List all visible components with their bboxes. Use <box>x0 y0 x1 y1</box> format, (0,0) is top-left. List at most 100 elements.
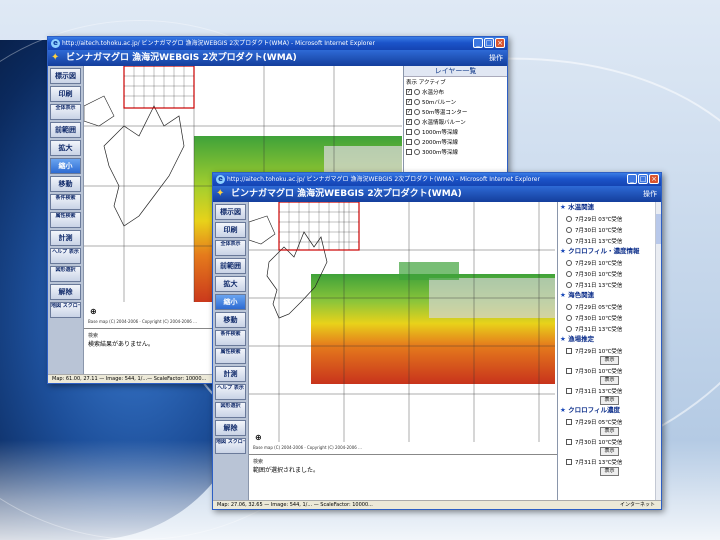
product-row[interactable]: 7月31日 13℃受信 <box>558 235 661 246</box>
layer-radio[interactable] <box>414 109 420 115</box>
product-radio[interactable] <box>566 270 572 277</box>
display-button[interactable]: 表示 <box>600 376 619 385</box>
display-button[interactable]: 表示 <box>600 356 619 365</box>
tool-zoom-out[interactable]: 縮小 <box>50 158 81 174</box>
layer-radio[interactable] <box>414 149 420 155</box>
layer-checkbox[interactable] <box>406 149 412 155</box>
tool-clear[interactable]: 解除 <box>50 284 81 300</box>
tool-zoom-out[interactable]: 縮小 <box>215 294 246 310</box>
product-row[interactable]: 7月30日 10℃受信 <box>558 312 661 323</box>
product-row[interactable]: 7月29日 03℃受信 <box>558 213 661 224</box>
tool-map-scroll[interactable]: 地図 スクロール <box>215 438 246 454</box>
product-checkbox[interactable] <box>566 367 572 374</box>
layer-row[interactable]: ✓ 50m等温コンター <box>404 107 507 117</box>
product-row[interactable]: 7月29日 10℃受信 <box>558 345 661 356</box>
product-row[interactable]: 7月29日 05℃受信 <box>558 416 661 427</box>
tool-index-map[interactable]: 標示図 <box>215 204 246 220</box>
product-row[interactable]: 7月30日 10℃受信 <box>558 436 661 447</box>
product-row[interactable]: 7月29日 05℃受信 <box>558 301 661 312</box>
window-titlebar[interactable]: e http://aitech.tohoku.ac.jp/ ビンナガマグロ 漁海… <box>48 37 507 50</box>
product-radio[interactable] <box>566 259 572 266</box>
product-checkbox[interactable] <box>566 458 572 465</box>
product-checkbox[interactable] <box>566 418 572 425</box>
product-row[interactable]: 7月30日 10℃受信 <box>558 224 661 235</box>
tool-measure[interactable]: 計測 <box>50 230 81 246</box>
selection-box[interactable] <box>123 66 195 109</box>
product-row[interactable]: 7月30日 10℃受信 <box>558 365 661 376</box>
scrollbar-thumb[interactable] <box>656 214 661 244</box>
product-row[interactable]: 7月30日 10℃受信 <box>558 268 661 279</box>
product-radio[interactable] <box>566 281 572 288</box>
layer-checkbox[interactable]: ✓ <box>406 119 412 125</box>
layer-radio[interactable] <box>414 119 420 125</box>
panel-scrollbar[interactable] <box>655 202 661 500</box>
product-radio[interactable] <box>566 215 572 222</box>
close-button[interactable]: × <box>495 38 505 48</box>
product-radio[interactable] <box>566 325 572 332</box>
minimize-button[interactable]: _ <box>473 38 483 48</box>
layer-checkbox[interactable]: ✓ <box>406 99 412 105</box>
tool-print[interactable]: 印刷 <box>50 86 81 102</box>
product-checkbox[interactable] <box>566 347 572 354</box>
product-row[interactable]: 7月29日 10℃受信 <box>558 257 661 268</box>
maximize-button[interactable]: □ <box>484 38 494 48</box>
layer-checkbox[interactable]: ✓ <box>406 109 412 115</box>
layer-row[interactable]: ✓ 水温分布 <box>404 87 507 97</box>
product-radio[interactable] <box>566 226 572 233</box>
layer-row[interactable]: 1000m等深線 <box>404 127 507 137</box>
layer-radio[interactable] <box>414 99 420 105</box>
tool-attribute-search[interactable]: 属性検索 <box>215 348 246 364</box>
product-checkbox[interactable] <box>566 387 572 394</box>
operation-menu[interactable]: 操作 <box>489 50 503 66</box>
product-radio[interactable] <box>566 314 572 321</box>
tool-previous-extent[interactable]: 前範囲 <box>215 258 246 274</box>
tool-zoom-in[interactable]: 拡大 <box>50 140 81 156</box>
tool-measure[interactable]: 計測 <box>215 366 246 382</box>
layer-row[interactable]: 2000m等深線 <box>404 137 507 147</box>
tool-zoom-in[interactable]: 拡大 <box>215 276 246 292</box>
layer-checkbox[interactable] <box>406 139 412 145</box>
close-button[interactable]: × <box>649 174 659 184</box>
layer-row[interactable]: 3000m等深線 <box>404 147 507 157</box>
product-row[interactable]: 7月31日 13℃受信 <box>558 456 661 467</box>
tool-help[interactable]: ヘルプ 表示 <box>215 384 246 400</box>
product-radio[interactable] <box>566 237 572 244</box>
product-checkbox[interactable] <box>566 438 572 445</box>
minimize-button[interactable]: _ <box>627 174 637 184</box>
maximize-button[interactable]: □ <box>638 174 648 184</box>
layer-radio[interactable] <box>414 89 420 95</box>
product-row[interactable]: 7月31日 13℃受信 <box>558 323 661 334</box>
tool-help[interactable]: ヘルプ 表示 <box>50 248 81 264</box>
display-button[interactable]: 表示 <box>600 467 619 476</box>
tool-condition-search[interactable]: 条件検索 <box>50 194 81 210</box>
display-button[interactable]: 表示 <box>600 447 619 456</box>
tool-pan[interactable]: 移動 <box>215 312 246 328</box>
tool-attribute-search[interactable]: 属性検索 <box>50 212 81 228</box>
tool-map-scroll[interactable]: 地図 スクロール <box>50 302 81 318</box>
window-titlebar[interactable]: e http://aitech.tohoku.ac.jp/ ビンナガマグロ 漁海… <box>213 173 661 186</box>
operation-menu[interactable]: 操作 <box>643 186 657 202</box>
layer-row[interactable]: ✓ 50mバルーン <box>404 97 507 107</box>
tool-previous-extent[interactable]: 前範囲 <box>50 122 81 138</box>
product-radio[interactable] <box>566 303 572 310</box>
display-button[interactable]: 表示 <box>600 396 619 405</box>
tool-condition-search[interactable]: 条件検索 <box>215 330 246 346</box>
display-button[interactable]: 表示 <box>600 427 619 436</box>
tool-pan[interactable]: 移動 <box>50 176 81 192</box>
browser-window-front[interactable]: e http://aitech.tohoku.ac.jp/ ビンナガマグロ 漁海… <box>212 172 662 510</box>
layer-radio[interactable] <box>414 129 420 135</box>
layer-radio[interactable] <box>414 139 420 145</box>
product-row[interactable]: 7月31日 13℃受信 <box>558 279 661 290</box>
map-canvas[interactable]: ⊕ Base map (C) 2004-2006 · Copyright (C)… <box>249 202 557 454</box>
layer-row[interactable]: ✓ 水温情報バルーン <box>404 117 507 127</box>
tool-select-shape[interactable]: 図形選択 <box>215 402 246 418</box>
layer-checkbox[interactable]: ✓ <box>406 89 412 95</box>
tool-full-extent[interactable]: 全体表示 <box>215 240 246 256</box>
tool-clear[interactable]: 解除 <box>215 420 246 436</box>
tool-full-extent[interactable]: 全体表示 <box>50 104 81 120</box>
tool-print[interactable]: 印刷 <box>215 222 246 238</box>
tool-index-map[interactable]: 標示図 <box>50 68 81 84</box>
layer-checkbox[interactable] <box>406 129 412 135</box>
product-row[interactable]: 7月31日 13℃受信 <box>558 385 661 396</box>
tool-select-shape[interactable]: 図形選択 <box>50 266 81 282</box>
